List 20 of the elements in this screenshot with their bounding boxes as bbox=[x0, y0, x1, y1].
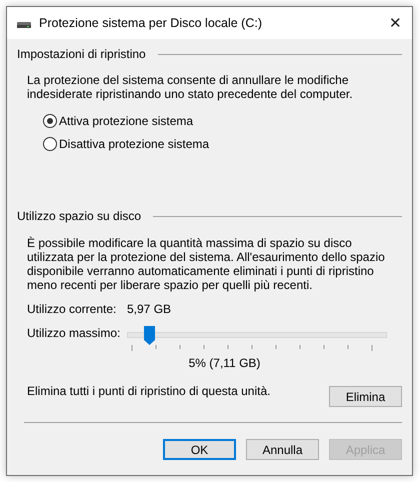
radio-button[interactable] bbox=[43, 137, 57, 151]
slider-thumb[interactable] bbox=[144, 326, 155, 345]
delete-button[interactable]: Elimina bbox=[329, 386, 402, 407]
current-usage-label: Utilizzo corrente: bbox=[27, 302, 118, 316]
window-title: Protezione sistema per Disco locale (C:) bbox=[39, 16, 263, 30]
group-heading: Utilizzo spazio su disco bbox=[17, 209, 142, 223]
max-usage-reading: 5% (7,11 GB) bbox=[188, 356, 262, 370]
close-button[interactable]: ✕ bbox=[389, 14, 402, 32]
drive-icon bbox=[17, 20, 31, 28]
radio-label[interactable]: Disattiva protezione sistema bbox=[59, 137, 210, 151]
dialog-button[interactable]: Annulla bbox=[246, 439, 319, 460]
delete-description: Elimina tutti i punti di ripristino di questa unità. bbox=[27, 384, 270, 398]
group-heading: Impostazioni di ripristino bbox=[17, 47, 146, 61]
radio-button[interactable] bbox=[43, 114, 57, 128]
max-usage-label: Utilizzo massimo: bbox=[27, 326, 122, 340]
current-usage-value: 5,97 GB bbox=[127, 302, 172, 316]
radio-label[interactable]: Attiva protezione sistema bbox=[59, 114, 194, 128]
description-text: È possibile modificare la quantità massima di spazio su disco utilizzata per la protezione del sistema. All'esaurimento dello spazio disponibile verranno automaticamente eliminati i punti di ripristino meno recenti per liberare spazio per quelli più recenti. bbox=[27, 236, 386, 292]
dialog-button[interactable]: OK bbox=[163, 439, 236, 460]
description-text: La protezione del sistema consente di annullare le modifiche indesiderate ripristinando uno stato precedente del computer. bbox=[27, 73, 354, 101]
